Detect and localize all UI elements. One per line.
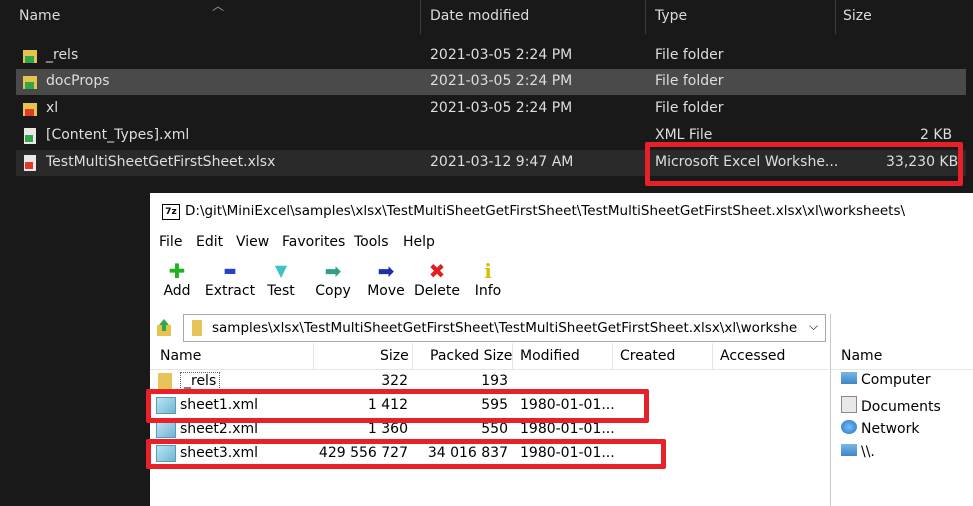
file-name: xl <box>46 100 59 116</box>
side-item-network[interactable]: Network <box>841 420 919 437</box>
file-packed-size: 193 <box>481 373 508 389</box>
column-modified[interactable]: Modified <box>520 348 580 364</box>
explorer-row-docprops[interactable]: docProps 2021-03-05 2:24 PM File folder <box>16 69 966 95</box>
file-packed-size: 550 <box>481 421 508 437</box>
plus-icon: ✚ <box>168 259 186 283</box>
menu-bar: File Edit View Favorites Tools Help <box>150 231 973 255</box>
menu-edit[interactable]: Edit <box>196 234 223 250</box>
add-button[interactable]: ✚ Add <box>147 259 207 307</box>
menu-favorites[interactable]: Favorites <box>282 234 345 250</box>
file-name: docProps <box>46 73 110 89</box>
menu-help[interactable]: Help <box>403 234 435 250</box>
file-size: 1 360 <box>367 421 408 437</box>
column-size[interactable]: Size <box>843 8 872 24</box>
xml-file-icon <box>156 421 176 438</box>
folder-icon <box>22 73 38 91</box>
folder-icon <box>192 320 202 336</box>
explorer-row-rels[interactable]: _rels 2021-03-05 2:24 PM File folder <box>16 43 966 69</box>
file-name: [Content_Types].xml <box>46 127 190 143</box>
side-item-documents[interactable]: Documents <box>841 396 941 415</box>
file-date: 2021-03-05 2:24 PM <box>430 47 573 63</box>
address-bar[interactable]: samples\xlsx\TestMultiSheetGetFirstSheet… <box>183 314 826 342</box>
file-size: 322 <box>381 373 408 389</box>
up-folder-button[interactable] <box>154 314 178 342</box>
xml-file-icon <box>22 127 38 145</box>
file-name: _rels <box>180 372 221 390</box>
file-modified: 1980-01-01... <box>520 421 615 437</box>
copy-arrow-icon: ➡ <box>324 259 342 283</box>
title-bar: 7z D:\git\MiniExcel\samples\xlsx\TestMul… <box>150 193 973 229</box>
test-button[interactable]: ▼ Test <box>251 259 311 307</box>
folder-icon <box>22 47 38 65</box>
computer-icon <box>841 444 857 456</box>
info-button[interactable]: i Info <box>458 259 518 307</box>
sevenzip-app-icon: 7z <box>162 204 180 220</box>
side-item-unc[interactable]: \\. <box>841 444 875 460</box>
chevron-down-icon[interactable]: ⌵ <box>809 319 818 334</box>
window-title: D:\git\MiniExcel\samples\xlsx\TestMultiS… <box>185 203 906 219</box>
copy-button[interactable]: ➡ Copy <box>303 259 363 307</box>
menu-file[interactable]: File <box>159 234 182 250</box>
explorer-row-xl[interactable]: xl 2021-03-05 2:24 PM File folder <box>16 96 966 122</box>
file-type: File folder <box>655 73 724 89</box>
address-text: samples\xlsx\TestMultiSheetGetFirstSheet… <box>212 320 797 336</box>
menu-view[interactable]: View <box>236 234 269 250</box>
documents-icon <box>841 396 857 413</box>
file-type: XML File <box>655 127 713 143</box>
side-item-computer[interactable]: Computer <box>841 372 931 388</box>
file-type: File folder <box>655 100 724 116</box>
file-name: TestMultiSheetGetFirstSheet.xlsx <box>46 154 276 170</box>
folder-icon <box>158 373 172 390</box>
file-name: sheet2.xml <box>180 421 259 437</box>
file-date: 2021-03-12 9:47 AM <box>430 154 574 170</box>
highlight-box-sheet3 <box>146 439 666 469</box>
column-name[interactable]: Name <box>160 348 201 364</box>
highlight-box-sheet1 <box>146 389 649 423</box>
menu-tools[interactable]: Tools <box>354 234 389 250</box>
up-folder-icon <box>157 319 171 336</box>
network-icon <box>841 420 857 434</box>
file-type: File folder <box>655 47 724 63</box>
check-icon: ▼ <box>274 261 288 280</box>
file-name: _rels <box>46 47 79 63</box>
column-date-modified[interactable]: Date modified <box>430 8 529 24</box>
computer-icon <box>841 372 857 384</box>
xlsx-file-icon <box>22 154 38 172</box>
info-icon: i <box>484 259 492 283</box>
file-date: 2021-03-05 2:24 PM <box>430 73 573 89</box>
explorer-column-header: Name ︿ Date modified Type Size <box>0 0 973 34</box>
column-name[interactable]: Name <box>19 8 60 24</box>
side-pane: Name Computer Documents Network \\. <box>830 314 973 506</box>
sort-up-icon: ︿ <box>212 0 225 13</box>
list-header: Name Size Packed Size Modified Created A… <box>150 343 828 370</box>
column-accessed[interactable]: Accessed <box>720 348 785 364</box>
column-type[interactable]: Type <box>655 8 687 24</box>
column-created[interactable]: Created <box>620 348 675 364</box>
file-list: Name Size Packed Size Modified Created A… <box>150 343 828 506</box>
file-size: 2 KB <box>920 127 953 143</box>
folder-icon <box>22 100 38 118</box>
column-packed-size[interactable]: Packed Size <box>430 348 512 364</box>
side-column-name[interactable]: Name <box>841 348 882 364</box>
column-size[interactable]: Size <box>380 348 409 364</box>
highlight-box-excel-size <box>645 142 963 186</box>
file-date: 2021-03-05 2:24 PM <box>430 100 573 116</box>
